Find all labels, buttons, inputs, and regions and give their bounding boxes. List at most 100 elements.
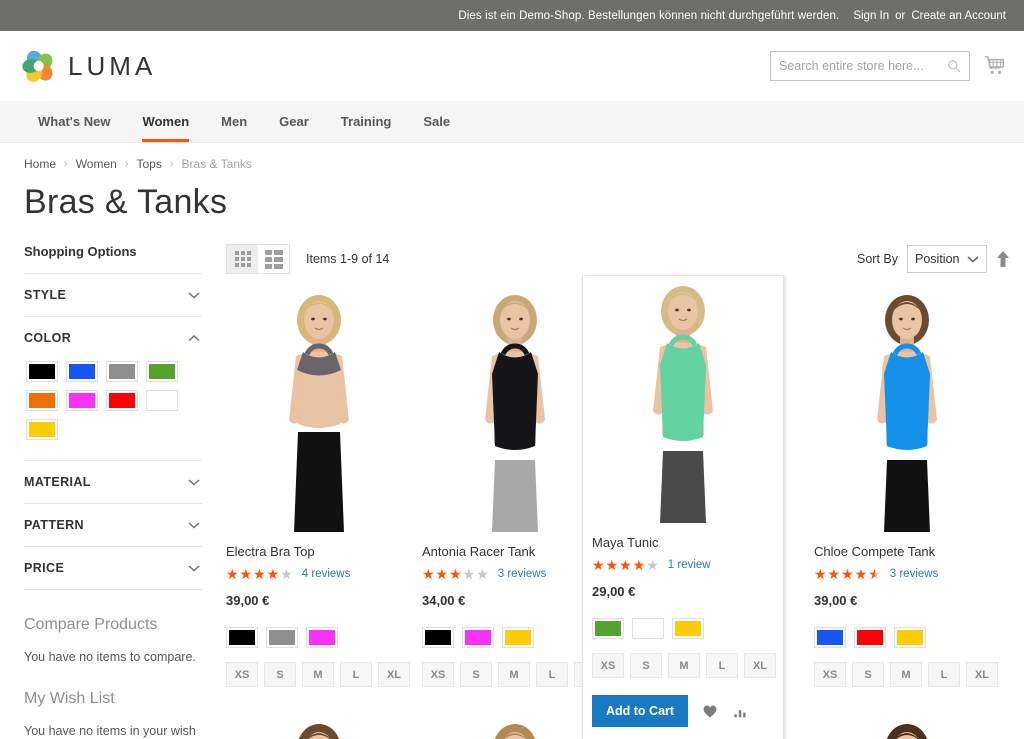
luma-flower-icon xyxy=(22,50,53,82)
breadcrumb-item-home[interactable]: Home xyxy=(24,157,56,171)
product-name[interactable]: Chloe Compete Tank xyxy=(814,544,1000,559)
product-image[interactable] xyxy=(814,290,1000,532)
color-swatch-yellow[interactable] xyxy=(26,419,58,440)
product-size-swatch-l[interactable]: L xyxy=(706,653,738,678)
product-color-swatch-black[interactable] xyxy=(422,627,454,648)
product-size-swatch-xs[interactable]: XS xyxy=(226,662,258,687)
filter-style-header[interactable]: STYLE xyxy=(24,274,202,316)
color-swatch-purple[interactable] xyxy=(66,390,98,411)
nav-item-women[interactable]: Women xyxy=(126,101,205,142)
product-color-swatch-black[interactable] xyxy=(226,627,258,648)
color-swatch-gray[interactable] xyxy=(106,361,138,382)
product-name[interactable]: Maya Tunic xyxy=(592,535,774,550)
search-box[interactable] xyxy=(770,51,970,81)
color-swatch-white[interactable] xyxy=(146,390,178,411)
product-card[interactable]: Maya Tunic ★★★★★ ★★★★★ 1 review 29,00 € … xyxy=(582,275,784,739)
product-image[interactable] xyxy=(226,290,412,532)
filter-price-header[interactable]: PRICE xyxy=(24,547,202,589)
product-reviews-link[interactable]: 1 review xyxy=(668,559,711,571)
product-color-swatch-yellow[interactable] xyxy=(894,627,926,648)
list-view-button[interactable] xyxy=(258,245,289,273)
product-image[interactable] xyxy=(422,701,608,739)
filter-price[interactable]: PRICE xyxy=(24,547,202,590)
product-name[interactable]: Electra Bra Top xyxy=(226,544,412,559)
add-to-cart-button[interactable]: Add to Cart xyxy=(592,695,689,727)
product-size-swatch-s[interactable]: S xyxy=(852,662,884,687)
filter-style[interactable]: STYLE xyxy=(24,274,202,317)
product-color-swatch-gray[interactable] xyxy=(266,627,298,648)
filter-color-header[interactable]: COLOR xyxy=(24,317,202,359)
product-size-swatch-xs[interactable]: XS xyxy=(814,662,846,687)
product-size-swatch-m[interactable]: M xyxy=(302,662,334,687)
product-color-swatch-green[interactable] xyxy=(592,618,624,639)
filter-color[interactable]: COLOR xyxy=(24,317,202,461)
sort-select-value: Position xyxy=(915,252,960,266)
sort-select[interactable]: Position xyxy=(907,245,987,273)
product-rating: ★★★★★ ★★★★★ 3 reviews xyxy=(814,567,1000,581)
product-size-swatch-l[interactable]: L xyxy=(928,662,960,687)
product-size-swatch-xs[interactable]: XS xyxy=(592,653,624,678)
sort-ascending-arrow-icon[interactable] xyxy=(996,250,1010,268)
nav-item-men[interactable]: Men xyxy=(205,101,263,142)
compare-bars-icon[interactable] xyxy=(732,703,748,719)
breadcrumb-item-tops[interactable]: Tops xyxy=(137,157,162,171)
product-image[interactable] xyxy=(814,701,1000,739)
product-size-swatch-s[interactable]: S xyxy=(460,662,492,687)
nav-item-whats-new[interactable]: What's New xyxy=(22,101,126,142)
product-color-swatch-purple[interactable] xyxy=(306,627,338,648)
product-card[interactable] xyxy=(814,701,1010,739)
product-size-swatch-s[interactable]: S xyxy=(630,653,662,678)
product-size-swatch-m[interactable]: M xyxy=(498,662,530,687)
logo-link[interactable]: LUMA xyxy=(22,49,156,83)
product-size-swatch-s[interactable]: S xyxy=(264,662,296,687)
product-image[interactable] xyxy=(226,701,412,739)
nav-item-training[interactable]: Training xyxy=(325,101,408,142)
product-color-swatch-white[interactable] xyxy=(632,618,664,639)
filter-pattern[interactable]: PATTERN xyxy=(24,504,202,547)
product-size-swatch-m[interactable]: M xyxy=(668,653,700,678)
sign-in-link[interactable]: Sign In xyxy=(853,10,889,22)
search-input[interactable] xyxy=(779,59,947,73)
heart-icon[interactable] xyxy=(702,703,718,719)
product-reviews-link[interactable]: 4 reviews xyxy=(302,568,351,580)
filter-material[interactable]: MATERIAL xyxy=(24,461,202,504)
product-size-swatch-xl[interactable]: XL xyxy=(744,653,776,678)
product-image[interactable] xyxy=(592,285,774,523)
search-icon[interactable] xyxy=(947,59,961,73)
shopping-cart-icon[interactable] xyxy=(984,55,1006,77)
product-color-swatch-yellow[interactable] xyxy=(502,627,534,648)
product-name[interactable]: Antonia Racer Tank xyxy=(422,544,608,559)
product-color-swatch-purple[interactable] xyxy=(462,627,494,648)
filter-material-header[interactable]: MATERIAL xyxy=(24,461,202,503)
nav-item-sale[interactable]: Sale xyxy=(407,101,466,142)
color-swatch-black[interactable] xyxy=(26,361,58,382)
product-size-swatch-l[interactable]: L xyxy=(340,662,372,687)
product-color-swatch-red[interactable] xyxy=(854,627,886,648)
product-reviews-link[interactable]: 3 reviews xyxy=(890,568,939,580)
product-reviews-link[interactable]: 3 reviews xyxy=(498,568,547,580)
product-rating: ★★★★★ ★★★★★ 3 reviews xyxy=(422,567,608,581)
next-product-1-image xyxy=(244,701,394,739)
color-swatch-green[interactable] xyxy=(146,361,178,382)
product-size-swatch-l[interactable]: L xyxy=(536,662,568,687)
product-card[interactable]: Chloe Compete Tank ★★★★★ ★★★★★ 3 reviews… xyxy=(814,290,1010,687)
product-color-swatch-yellow[interactable] xyxy=(672,618,704,639)
color-swatch-red[interactable] xyxy=(106,390,138,411)
color-swatch-blue[interactable] xyxy=(66,361,98,382)
nav-item-gear[interactable]: Gear xyxy=(263,101,325,142)
product-card[interactable] xyxy=(226,701,422,739)
product-rating: ★★★★★ ★★★★★ 4 reviews xyxy=(226,567,412,581)
product-color-swatch-blue[interactable] xyxy=(814,627,846,648)
breadcrumb-item-women[interactable]: Women xyxy=(76,157,117,171)
product-size-swatch-xl[interactable]: XL xyxy=(966,662,998,687)
grid-view-button[interactable] xyxy=(227,245,258,273)
filter-pattern-header[interactable]: PATTERN xyxy=(24,504,202,546)
product-image[interactable] xyxy=(422,290,608,532)
product-card[interactable]: Electra Bra Top ★★★★★ ★★★★★ 4 reviews 39… xyxy=(226,290,422,687)
color-swatch-orange[interactable] xyxy=(26,390,58,411)
create-account-link[interactable]: Create an Account xyxy=(911,10,1006,22)
product-size-swatch-xs[interactable]: XS xyxy=(422,662,454,687)
demo-shop-message: Dies ist ein Demo-Shop. Bestellungen kön… xyxy=(458,9,840,22)
product-size-swatch-xl[interactable]: XL xyxy=(378,662,410,687)
product-size-swatch-m[interactable]: M xyxy=(890,662,922,687)
